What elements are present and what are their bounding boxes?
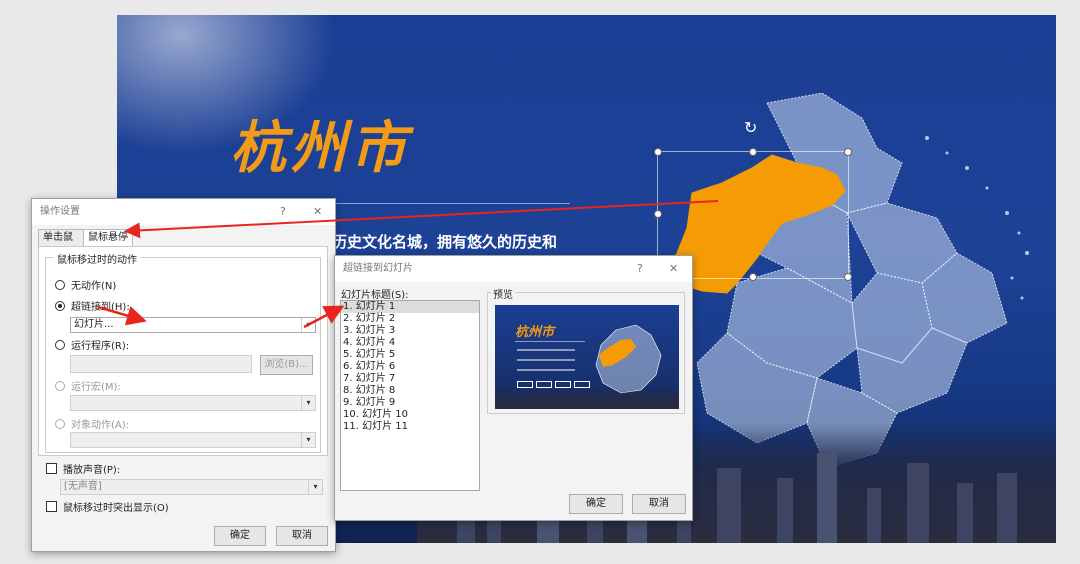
preview-label: 预览 — [491, 286, 515, 301]
arrow-map-to-tab — [124, 200, 719, 239]
arrow-to-slide-dialog — [303, 305, 345, 329]
arrow-to-hyperlink-select — [97, 305, 147, 326]
annotation-arrows — [97, 200, 719, 329]
